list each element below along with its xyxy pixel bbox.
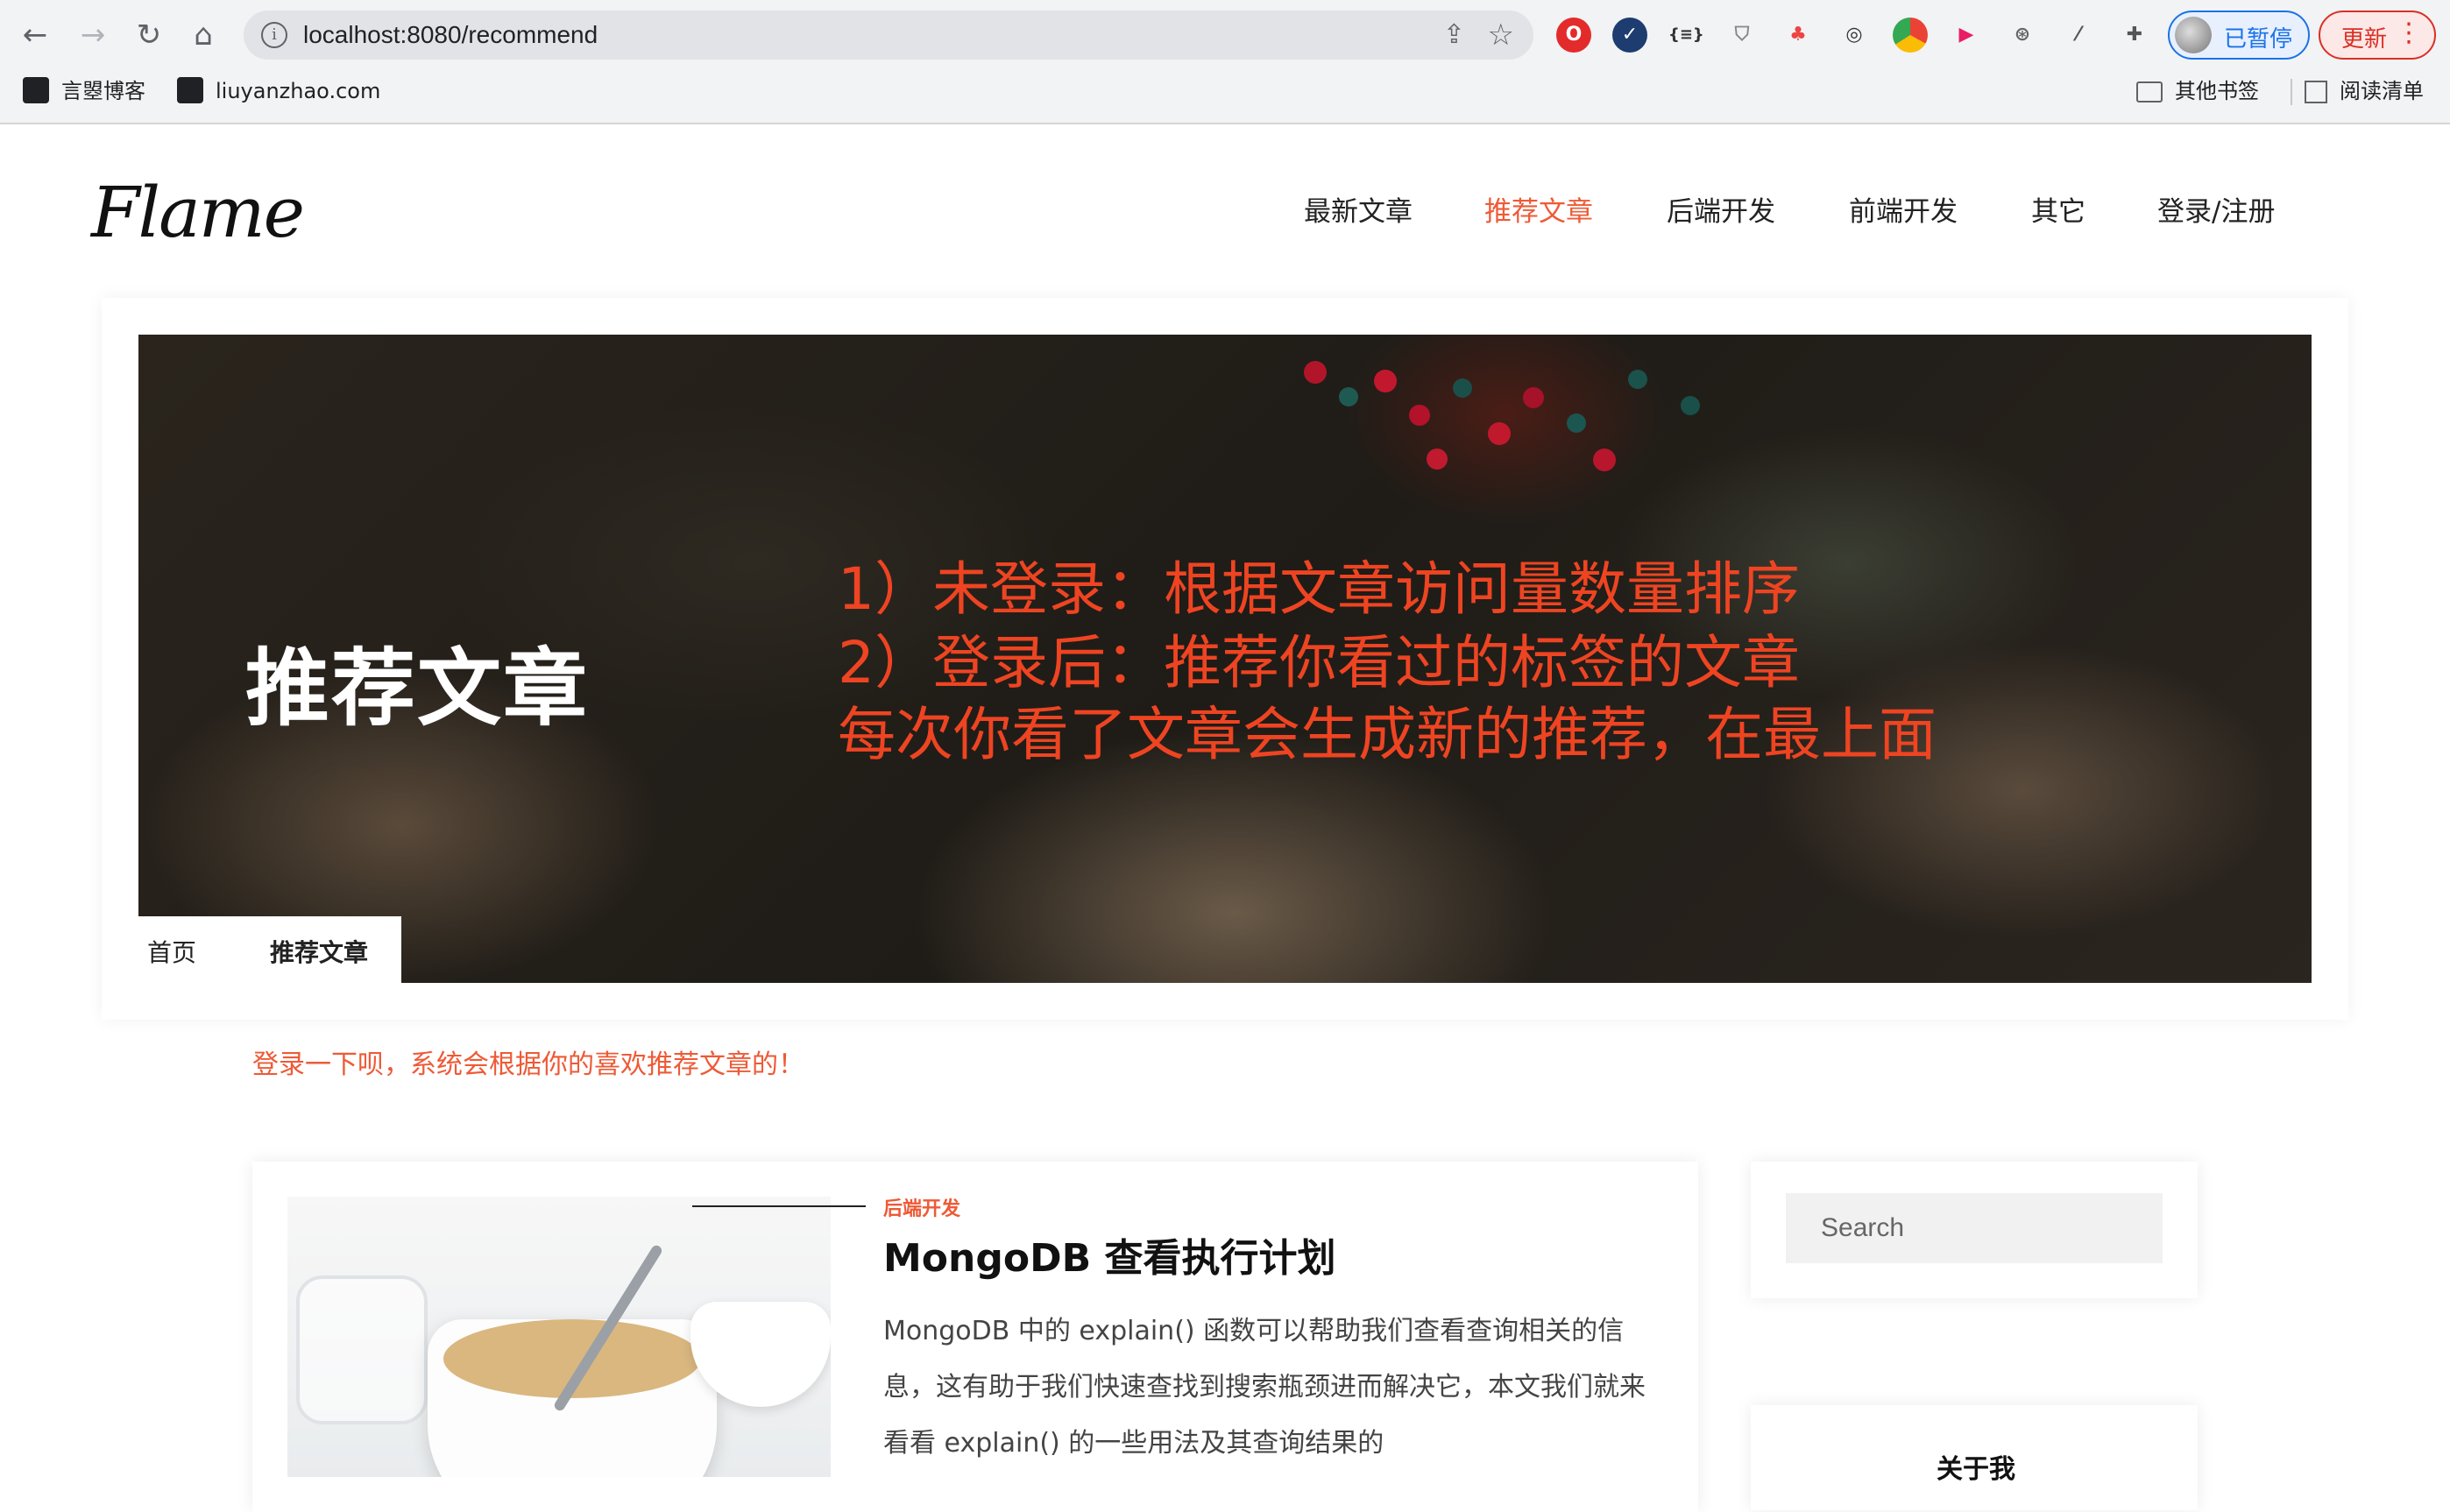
nav-latest[interactable]: 最新文章 <box>1304 189 1413 229</box>
url-text[interactable]: localhost:8080/recommend <box>303 21 598 49</box>
hero-title: 推荐文章 <box>245 639 589 738</box>
eye-icon[interactable]: ◎ <box>1837 18 1872 53</box>
folder-icon <box>2136 81 2163 102</box>
berry <box>1593 449 1616 471</box>
breadcrumb: 首页 推荐文章 <box>138 916 401 983</box>
berry <box>1304 361 1327 384</box>
berry <box>1427 449 1448 470</box>
tree-icon[interactable]: ♣ <box>1781 18 1816 53</box>
more-menu-icon[interactable]: ⋮ <box>2396 18 2422 48</box>
breadcrumb-home[interactable]: 首页 <box>147 934 196 969</box>
berry <box>1523 387 1544 408</box>
reading-list-label: 阅读清单 <box>2340 79 2424 103</box>
puzzle-icon[interactable]: ✚ <box>2117 18 2152 53</box>
post-category[interactable]: 后端开发 <box>883 1193 960 1221</box>
eyedropper-icon[interactable]: ⁄ <box>2061 18 2096 53</box>
post-excerpt: MongoDB 中的 explain() 函数可以帮助我们查看查询相关的信息，这… <box>883 1316 1646 1459</box>
home-icon[interactable]: ⌂ <box>184 16 223 54</box>
nav-backend[interactable]: 后端开发 <box>1667 189 1775 229</box>
nav-other[interactable]: 其它 <box>2031 189 2085 229</box>
berry <box>1339 387 1358 406</box>
berry <box>1681 396 1700 415</box>
sugar-jar-shape <box>296 1275 428 1424</box>
berry <box>1409 405 1430 426</box>
back-icon[interactable]: ← <box>16 16 54 54</box>
bookmark-item[interactable]: 言曌博客 <box>23 74 145 109</box>
chrome-icon[interactable] <box>1893 18 1928 53</box>
site-info-icon[interactable]: i <box>261 22 287 48</box>
post-title[interactable]: MongoDB 查看执行计划 <box>883 1226 1335 1282</box>
address-bar[interactable]: i localhost:8080/recommend ⇪ ☆ <box>244 11 1533 60</box>
bookmark-favicon-icon <box>23 77 49 103</box>
profile-paused-button[interactable]: 已暂停 <box>2168 11 2310 60</box>
breadcrumb-current: 推荐文章 <box>270 938 369 967</box>
search-input[interactable] <box>1786 1193 2163 1263</box>
bookmark-label: liuyanzhao.com <box>216 79 381 103</box>
bookmark-star-icon[interactable]: ☆ <box>1488 18 1514 53</box>
site-logo[interactable]: Flame <box>91 172 305 253</box>
berry <box>1628 370 1647 389</box>
bookmark-favicon-icon <box>177 77 203 103</box>
shield-icon[interactable]: ⛉ <box>1724 18 1760 53</box>
nav-recommend[interactable]: 推荐文章 <box>1484 189 1593 229</box>
nav-frontend[interactable]: 前端开发 <box>1849 189 1958 229</box>
reading-list[interactable]: 阅读清单 <box>2305 74 2424 109</box>
post-thumbnail[interactable] <box>287 1197 831 1477</box>
forward-icon[interactable]: → <box>74 16 112 54</box>
update-button[interactable]: 更新 ⋮ <box>2319 11 2436 60</box>
other-bookmarks[interactable]: 其他书签 <box>2136 74 2259 109</box>
browser-chrome: ← → ↻ ⌂ i localhost:8080/recommend ⇪ ☆ O… <box>0 0 2450 124</box>
berry <box>1567 413 1586 433</box>
about-title: 关于我 <box>1937 1454 2015 1485</box>
json-icon[interactable]: {≡} <box>1668 18 1704 53</box>
nav-login[interactable]: 登录/注册 <box>2157 189 2275 229</box>
post-divider-line <box>692 1205 866 1207</box>
opera-icon[interactable]: O <box>1556 18 1591 53</box>
hero-note-line: 2）登录后：推荐你看过的标签的文章 <box>838 629 1800 696</box>
hero-note-line: 每次你看了文章会生成新的推荐，在最上面 <box>838 701 1937 768</box>
bookmark-label: 言曌博客 <box>61 79 145 103</box>
berry <box>1374 370 1397 392</box>
reload-icon[interactable]: ↻ <box>130 16 168 54</box>
update-label: 更新 <box>2341 26 2388 53</box>
reading-list-icon <box>2305 81 2327 103</box>
film-icon[interactable]: ⊛ <box>2005 18 2040 53</box>
checkmark-icon[interactable]: ✓ <box>1612 18 1647 53</box>
hero-note-line: 1）未登录：根据文章访问量数量排序 <box>838 555 1800 623</box>
bookmark-item[interactable]: liuyanzhao.com <box>177 74 380 109</box>
berry <box>1453 378 1472 398</box>
other-bookmarks-label: 其他书签 <box>2175 79 2259 103</box>
berry <box>1488 422 1511 445</box>
avatar <box>2175 17 2212 53</box>
login-hint: 登录一下呗，系统会根据你的喜欢推荐文章的！ <box>252 1049 804 1080</box>
bookmark-divider <box>2291 79 2292 105</box>
share-icon[interactable]: ⇪ <box>1443 19 1465 50</box>
paused-label: 已暂停 <box>2224 26 2293 53</box>
play-icon[interactable]: ▶ <box>1949 18 1984 53</box>
